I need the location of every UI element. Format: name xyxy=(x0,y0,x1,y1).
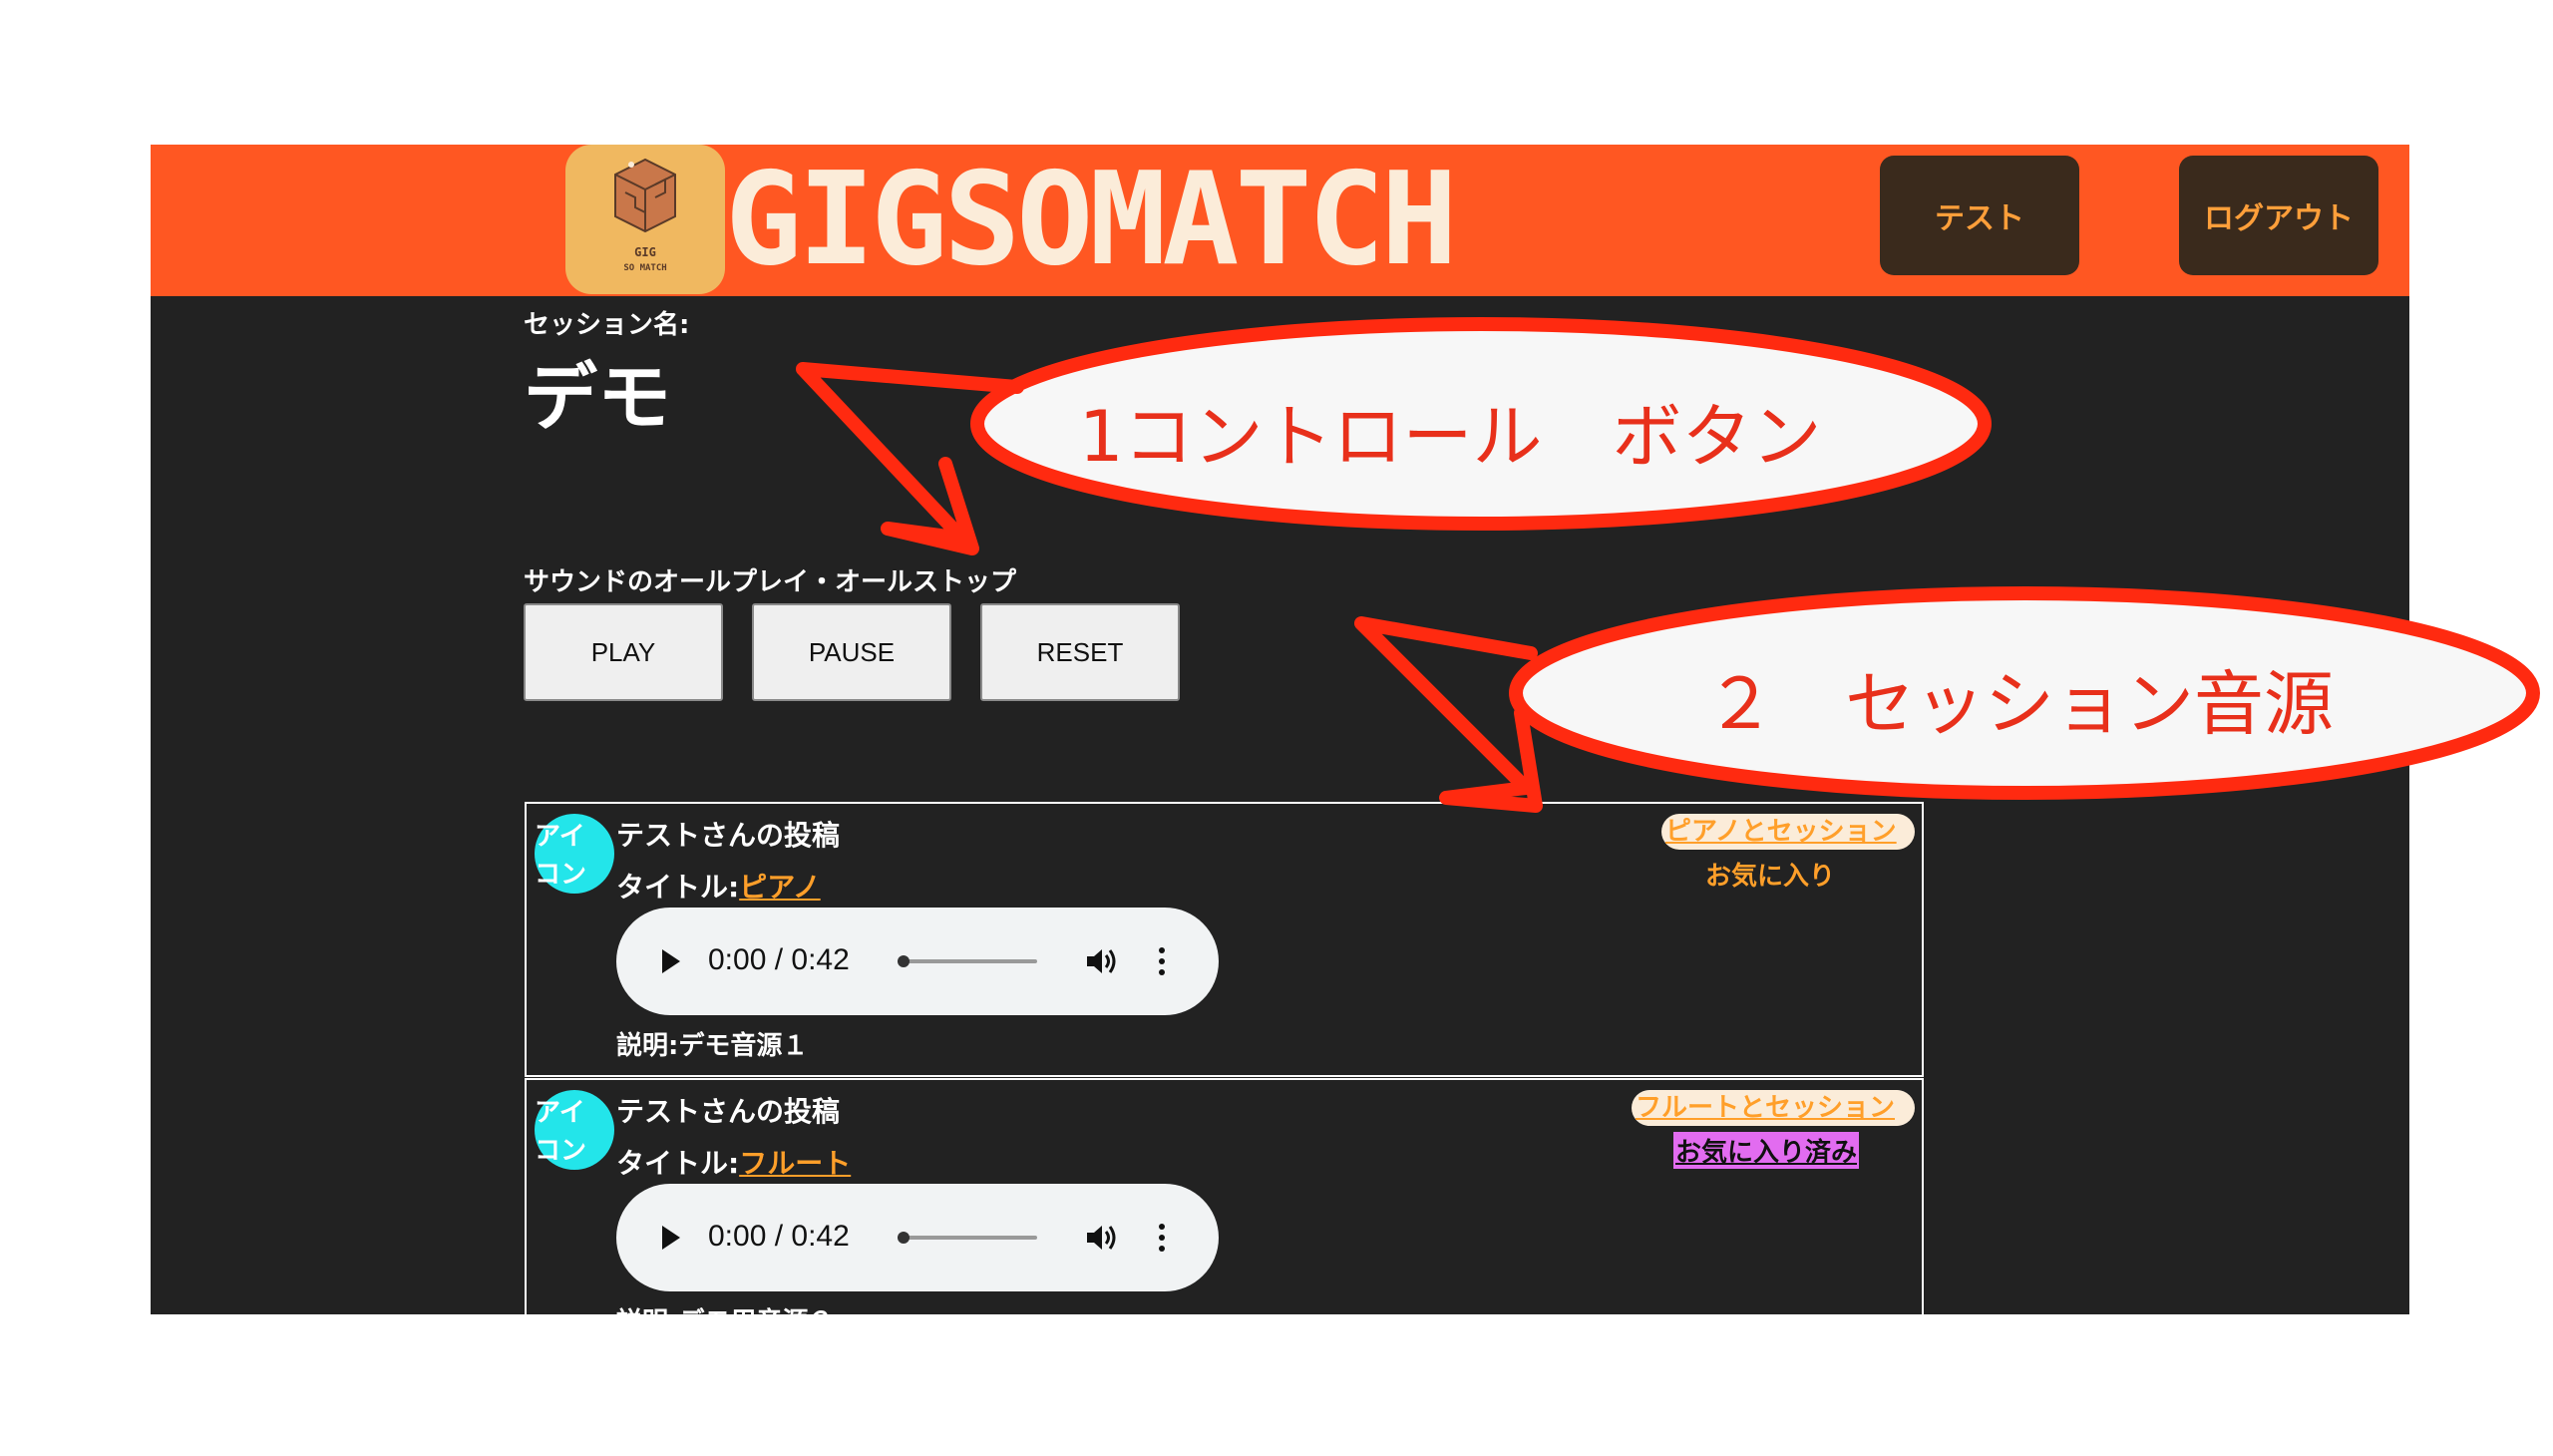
time-display: 0:00 / 0:42 xyxy=(708,1220,850,1253)
favorite-button[interactable]: お気に入り xyxy=(1705,856,1835,893)
avatar-text: アイコン xyxy=(535,1098,587,1166)
post-card: アイコン テストさんの投稿 タイトル:ピアノ 0:00 / 0:42 説明:デモ… xyxy=(525,802,1924,1077)
logo-text: GIG SO MATCH xyxy=(565,244,725,276)
box-logo-icon xyxy=(614,158,676,233)
volume-icon[interactable] xyxy=(1085,945,1119,977)
title-row: タイトル:ピアノ xyxy=(616,866,821,906)
post-card: アイコン テストさんの投稿 タイトル:フルート 0:00 / 0:42 説明:デ… xyxy=(525,1078,1924,1314)
control-label: サウンドのオールプレイ・オールストップ xyxy=(524,567,1017,597)
title-label: タイトル: xyxy=(616,1147,740,1180)
progress-track[interactable] xyxy=(898,955,1037,967)
poster-name: テストさんの投稿 xyxy=(616,819,841,852)
title-link[interactable]: フルート xyxy=(739,1147,851,1180)
session-button[interactable]: フルートとセッション xyxy=(1632,1090,1915,1126)
reset-button[interactable]: RESET xyxy=(980,603,1180,701)
progress-knob[interactable] xyxy=(898,955,910,967)
play-icon[interactable] xyxy=(662,1226,680,1250)
volume-icon[interactable] xyxy=(1085,1222,1119,1254)
logout-button[interactable]: ログアウト xyxy=(2179,156,2378,275)
audio-player: 0:00 / 0:42 xyxy=(616,908,1219,1015)
avatar: アイコン xyxy=(535,814,614,894)
avatar-text: アイコン xyxy=(535,822,587,890)
audio-player: 0:00 / 0:42 xyxy=(616,1184,1219,1291)
more-vert-icon[interactable] xyxy=(1157,1222,1167,1254)
play-icon[interactable] xyxy=(662,949,680,973)
session-button[interactable]: ピアノとセッション xyxy=(1661,814,1915,850)
progress-knob[interactable] xyxy=(898,1232,910,1244)
time-display: 0:00 / 0:42 xyxy=(708,943,850,976)
progress-track[interactable] xyxy=(898,1232,1037,1244)
title-link[interactable]: ピアノ xyxy=(739,871,820,904)
logo-text-line-2: SO MATCH xyxy=(623,263,667,273)
description: 説明:デモ用音源２ xyxy=(616,1301,834,1314)
test-button[interactable]: テスト xyxy=(1880,156,2079,275)
logo[interactable]: GIG SO MATCH xyxy=(565,145,725,294)
title-row: タイトル:フルート xyxy=(616,1142,851,1182)
title-label: タイトル: xyxy=(616,871,740,904)
favorited-badge[interactable]: お気に入り済み xyxy=(1673,1132,1860,1169)
play-all-button[interactable]: PLAY xyxy=(524,603,723,701)
brand-title: GIGSOMATCH xyxy=(725,146,1458,294)
logo-text-line-1: GIG xyxy=(634,245,656,259)
more-vert-icon[interactable] xyxy=(1157,945,1167,977)
header-bar: GIG SO MATCH GIGSOMATCH テスト ログアウト xyxy=(151,145,2409,296)
poster-name: テストさんの投稿 xyxy=(616,1095,841,1128)
description: 説明:デモ音源１ xyxy=(616,1031,809,1061)
pause-all-button[interactable]: PAUSE xyxy=(752,603,951,701)
session-name: デモ xyxy=(524,355,671,441)
callout-2-text: ２ セッション音源 xyxy=(1705,663,2334,745)
callout-1-text: 1コントロール ボタン xyxy=(1079,396,1822,478)
session-name-label: セッション名: xyxy=(524,310,690,340)
avatar: アイコン xyxy=(535,1090,614,1170)
